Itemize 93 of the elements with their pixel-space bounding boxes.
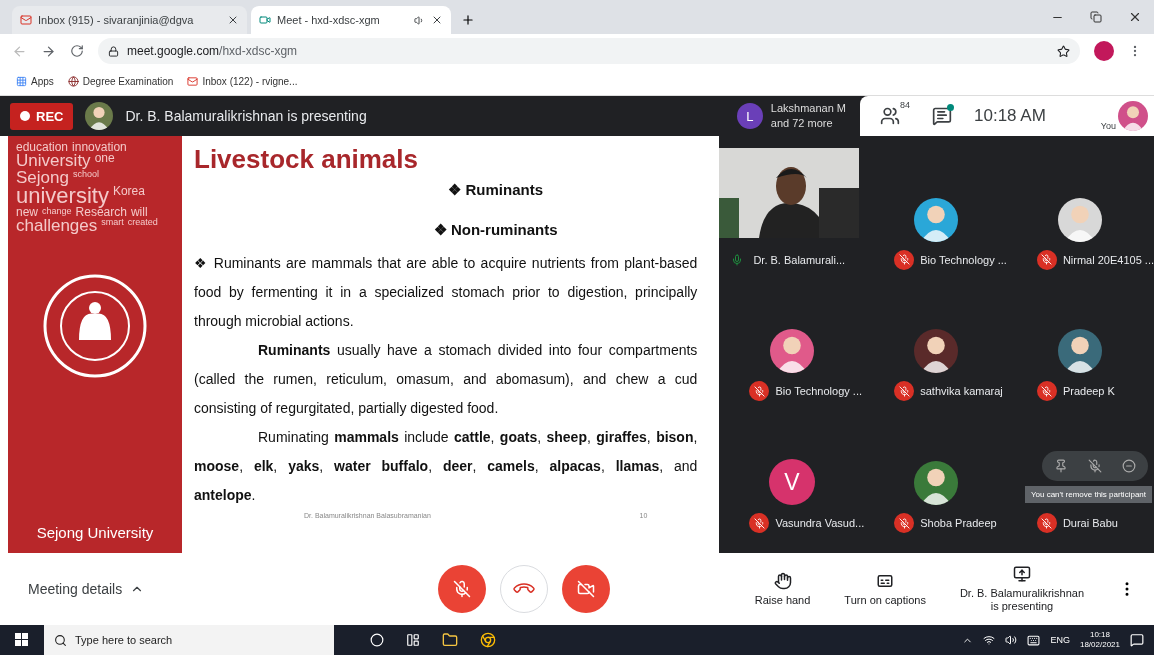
address-bar[interactable]: meet.google.com/hxd-xdsc-xgm bbox=[98, 38, 1080, 64]
chrome-icon[interactable] bbox=[480, 632, 496, 648]
browser-tab[interactable]: Inbox (915) - sivaranjinia@dgva bbox=[12, 6, 247, 34]
bookmark[interactable]: Degree Examination bbox=[67, 76, 174, 87]
camera-icon bbox=[259, 14, 271, 26]
participant-name: sathvika kamaraj bbox=[920, 385, 1003, 398]
slide-paragraph: Ruminants usually have a stomach divided into four compartments (called the rumen, reticulum, omasum, and abomasum), and chew a cud consisting of regurgitated, partially digested food. bbox=[194, 341, 698, 418]
close-icon[interactable] bbox=[1128, 10, 1142, 24]
word-cloud-word: new bbox=[16, 206, 38, 218]
word-cloud-word: Research bbox=[75, 206, 127, 218]
search-icon bbox=[54, 633, 67, 647]
participant-name: Vasundra Vasud... bbox=[775, 517, 865, 529]
forward-icon[interactable] bbox=[41, 43, 56, 59]
recording-badge: REC bbox=[10, 102, 74, 130]
avatar: L bbox=[736, 103, 763, 129]
word-cloud-word: Sejong bbox=[16, 169, 69, 186]
cortana-icon[interactable] bbox=[370, 633, 384, 647]
remove-icon[interactable] bbox=[1122, 459, 1136, 473]
url-text: meet.google.com/hxd-xdsc-xgm bbox=[127, 44, 298, 58]
notifications-icon[interactable] bbox=[1130, 633, 1144, 647]
folder-icon[interactable] bbox=[442, 632, 458, 648]
word-cloud-word: innovation bbox=[72, 142, 127, 154]
word-cloud-word: education bbox=[16, 142, 69, 154]
avatar bbox=[1118, 101, 1148, 131]
participant-name: Durai Babu bbox=[1062, 517, 1118, 529]
leave-call-button[interactable] bbox=[500, 565, 549, 613]
word-cloud-word: change bbox=[42, 206, 72, 218]
participant-name: Bio Technology ... bbox=[775, 385, 862, 398]
pin-icon[interactable] bbox=[1054, 459, 1068, 473]
word-cloud-word: school bbox=[72, 169, 99, 181]
chat-icon bbox=[932, 106, 952, 126]
present-icon bbox=[1012, 565, 1031, 583]
word-cloud-word: Korea bbox=[112, 185, 145, 200]
lock-icon bbox=[108, 45, 119, 57]
participant-name: Shoba Pradeep bbox=[920, 517, 997, 529]
mic-toggle-button[interactable] bbox=[438, 565, 487, 613]
network-icon[interactable] bbox=[983, 634, 996, 646]
word-cloud-word: university bbox=[16, 185, 109, 207]
bookmark[interactable]: Inbox (122) - rvigne... bbox=[187, 76, 298, 87]
speaker-icon[interactable] bbox=[414, 14, 425, 26]
participant-name: Dr. B. Balamurali... bbox=[753, 253, 846, 266]
presentation-button[interactable]: Dr. B. Balamuralikrishnan is presenting bbox=[959, 565, 1084, 613]
taskbar-clock[interactable]: 10:18 18/02/2021 bbox=[1079, 630, 1120, 650]
slide-bullet: ❖ Non-ruminants bbox=[432, 221, 558, 239]
university-name: Sejong University bbox=[36, 524, 154, 541]
slide-paragraph: Ruminating mammals include cattle, goats, sheep, giraffes, bison, moose, elk, yaks, water buffalo, deer, camels, alpacas, llamas, and antelope. bbox=[194, 428, 698, 505]
apps-icon bbox=[16, 76, 27, 87]
task-view-icon[interactable] bbox=[406, 633, 420, 647]
language-indicator[interactable]: ENG bbox=[1050, 635, 1070, 645]
slide-title: Livestock animals bbox=[194, 144, 419, 175]
mic-off-icon bbox=[453, 580, 472, 598]
new-tab-icon[interactable] bbox=[461, 13, 475, 27]
camera-off-icon bbox=[577, 580, 596, 598]
reload-icon[interactable] bbox=[70, 44, 84, 58]
bookmark-star-icon[interactable] bbox=[1057, 44, 1070, 58]
taskbar-search-field[interactable]: Type here to search bbox=[44, 625, 334, 655]
word-cloud-word: smart bbox=[101, 217, 124, 229]
word-cloud-word: will bbox=[130, 206, 148, 218]
word-cloud-word: challenges bbox=[16, 217, 98, 235]
word-cloud-word: one bbox=[94, 153, 115, 168]
clock-time: 10:18 AM bbox=[974, 106, 1046, 126]
globe-icon bbox=[67, 76, 79, 87]
participant-name: Nirmal 20E4105 ... bbox=[1062, 253, 1154, 266]
action-button[interactable]: Turn on captions bbox=[844, 571, 926, 607]
camera-toggle-button[interactable] bbox=[562, 565, 611, 613]
mail-icon bbox=[20, 14, 32, 26]
mail-icon bbox=[187, 76, 199, 87]
word-cloud-word: University bbox=[16, 153, 91, 170]
profile-avatar[interactable] bbox=[1094, 41, 1114, 61]
presenting-text: Dr. B. Balamuralikrishnan is presenting bbox=[125, 108, 367, 124]
close-icon[interactable] bbox=[431, 14, 443, 26]
avatar: V bbox=[768, 459, 815, 505]
meeting-details-button[interactable]: Meeting details bbox=[28, 581, 145, 597]
you-label: You bbox=[1100, 121, 1116, 131]
action-button[interactable]: Raise hand bbox=[754, 571, 811, 607]
close-icon[interactable] bbox=[227, 14, 239, 26]
participant-name: Bio Technology ... bbox=[920, 253, 1007, 266]
slide-bullet: ❖ Ruminants bbox=[447, 181, 544, 199]
restore-icon[interactable] bbox=[1090, 11, 1102, 23]
tooltip: You can't remove this participant bbox=[1024, 486, 1152, 503]
chat-button[interactable] bbox=[932, 106, 952, 126]
keyboard-icon[interactable] bbox=[1027, 633, 1041, 647]
bookmark[interactable]: Apps bbox=[16, 76, 54, 87]
slide-paragraph: ❖ Ruminants are mammals that are able to acquire nutrients from plant-based food by fermenting it in a specialized stomach prior to digestion, principally through microbial actions. bbox=[194, 254, 698, 331]
mute-icon[interactable] bbox=[1088, 459, 1102, 473]
people-icon bbox=[880, 106, 900, 126]
hand-icon bbox=[773, 571, 792, 590]
participant-name: Pradeep K bbox=[1062, 385, 1115, 398]
volume-icon[interactable] bbox=[1005, 634, 1018, 646]
others-text: Lakshmanan M and 72 more bbox=[770, 101, 846, 131]
avatar bbox=[85, 102, 114, 130]
word-cloud-word: created bbox=[127, 217, 158, 229]
browser-tab[interactable]: Meet - hxd-xdsc-xgm bbox=[251, 6, 451, 34]
